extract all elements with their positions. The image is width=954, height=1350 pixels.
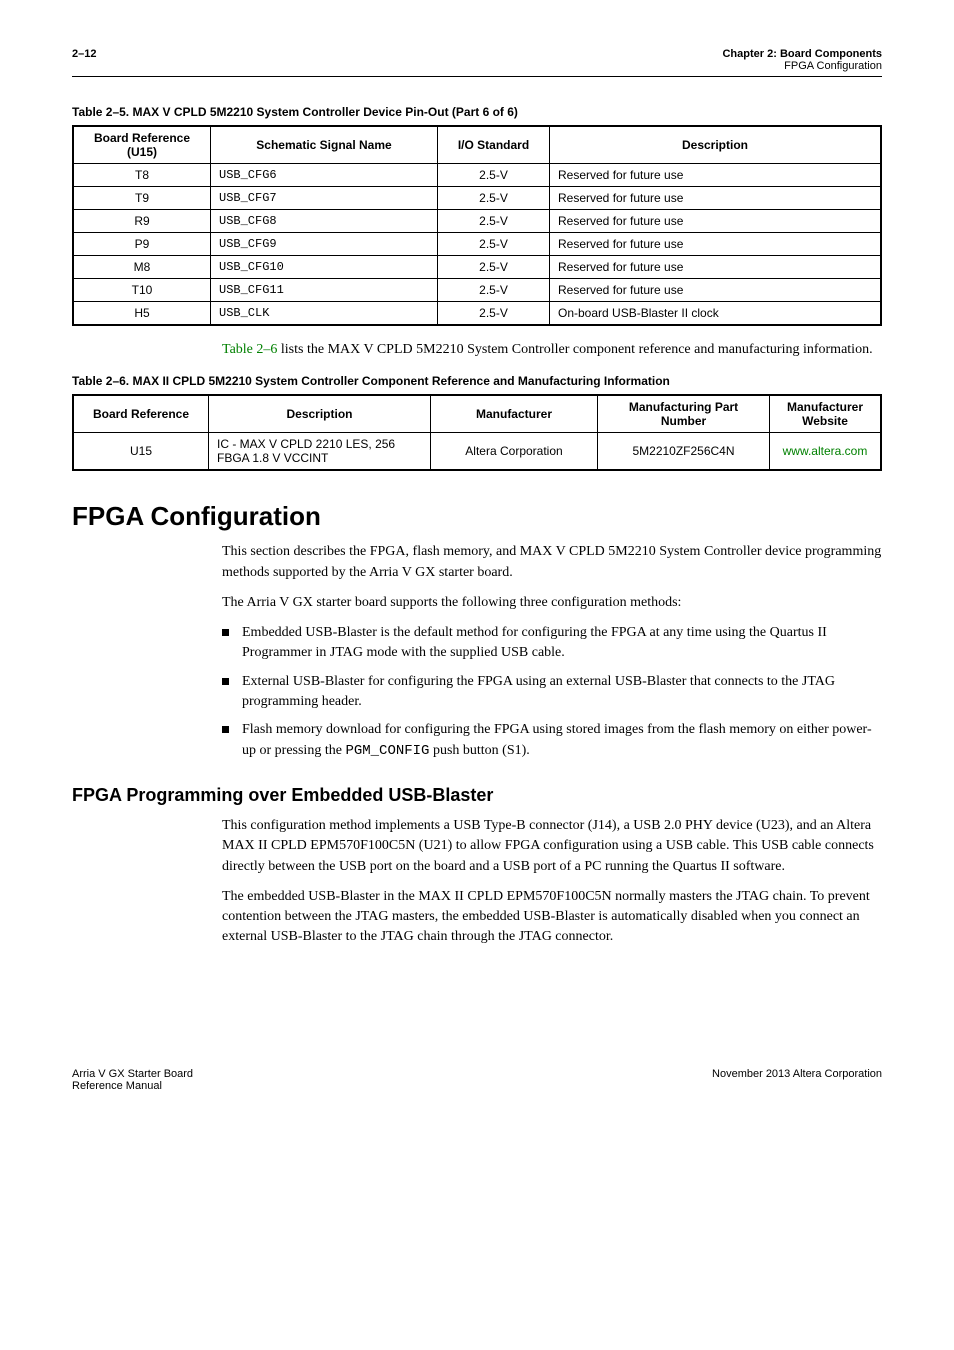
table-row: P9USB_CFG92.5-VReserved for future use <box>73 233 881 256</box>
para-usb-2: The embedded USB-Blaster in the MAX II C… <box>222 887 882 948</box>
table-row: M8USB_CFG102.5-VReserved for future use <box>73 256 881 279</box>
para-config-2: The Arria V GX starter board supports th… <box>222 593 882 613</box>
config-methods-list: Embedded USB-Blaster is the default meth… <box>222 623 882 761</box>
th-io-std: I/O Standard <box>438 126 550 164</box>
header-section: FPGA Configuration <box>722 60 882 72</box>
para-usb-1: This configuration method implements a U… <box>222 816 882 877</box>
xref-table-2-6[interactable]: Table 2–6 <box>222 342 277 357</box>
th-website: Manufacturer Website <box>770 395 882 433</box>
para-table2-ref: Table 2–6 lists the MAX V CPLD 5M2210 Sy… <box>222 340 882 360</box>
table-pinout: Board Reference (U15) Schematic Signal N… <box>72 125 882 326</box>
table-row: H5USB_CLK2.5-VOn-board USB-Blaster II cl… <box>73 302 881 326</box>
th-description: Description <box>209 395 431 433</box>
th-desc: Description <box>550 126 882 164</box>
footer-doc-subtitle: Reference Manual <box>72 1080 193 1092</box>
list-item: External USB-Blaster for configuring the… <box>222 672 882 713</box>
table-row: T9USB_CFG72.5-VReserved for future use <box>73 187 881 210</box>
table-row: U15 IC - MAX V CPLD 2210 LES, 256 FBGA 1… <box>73 433 881 471</box>
link-altera[interactable]: www.altera.com <box>783 444 868 458</box>
heading-usb-blaster: FPGA Programming over Embedded USB-Blast… <box>72 785 882 806</box>
table1-caption: Table 2–5. MAX V CPLD 5M2210 System Cont… <box>72 105 882 119</box>
th-manufacturer: Manufacturer <box>431 395 598 433</box>
th-sig-name: Schematic Signal Name <box>211 126 438 164</box>
table-component: Board Reference Description Manufacturer… <box>72 394 882 471</box>
table2-caption: Table 2–6. MAX II CPLD 5M2210 System Con… <box>72 374 882 388</box>
page-number: 2–12 <box>72 48 96 72</box>
th-board-reference: Board Reference <box>73 395 209 433</box>
table-row: T8USB_CFG62.5-VReserved for future use <box>73 164 881 187</box>
list-item: Embedded USB-Blaster is the default meth… <box>222 623 882 664</box>
th-part-number: Manufacturing Part Number <box>598 395 770 433</box>
table-row: T10USB_CFG112.5-VReserved for future use <box>73 279 881 302</box>
table-row: R9USB_CFG82.5-VReserved for future use <box>73 210 881 233</box>
code-pgm-config: PGM_CONFIG <box>345 743 429 759</box>
th-board-ref: Board Reference (U15) <box>73 126 211 164</box>
page-footer: Arria V GX Starter Board Reference Manua… <box>72 1068 882 1092</box>
header-chapter: Chapter 2: Board Components <box>722 48 882 60</box>
running-header: 2–12 Chapter 2: Board Components FPGA Co… <box>72 48 882 77</box>
para-config-1: This section describes the FPGA, flash m… <box>222 542 882 583</box>
heading-fpga-configuration: FPGA Configuration <box>72 501 882 532</box>
list-item: Flash memory download for configuring th… <box>222 720 882 761</box>
footer-date-corp: November 2013 Altera Corporation <box>712 1068 882 1092</box>
footer-doc-title: Arria V GX Starter Board <box>72 1068 193 1080</box>
